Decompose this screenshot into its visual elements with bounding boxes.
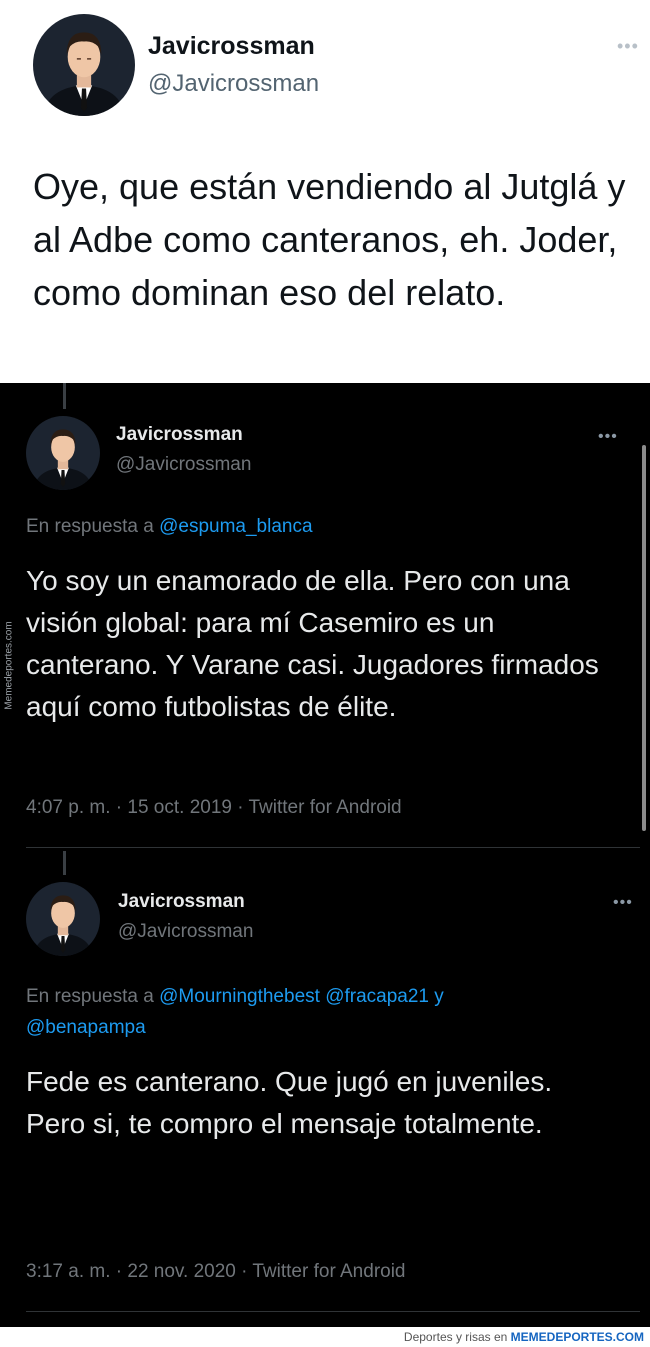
mention-joiner: y bbox=[434, 986, 444, 1007]
author-handle[interactable]: @Javicrossman bbox=[118, 921, 253, 943]
mention-link[interactable]: @benapampa bbox=[26, 1017, 146, 1038]
mention-link[interactable]: @espuma_blanca bbox=[159, 516, 312, 537]
man-in-suit-avatar-icon bbox=[26, 416, 100, 490]
man-in-suit-avatar-icon bbox=[33, 14, 135, 116]
avatar[interactable] bbox=[33, 14, 135, 116]
top-tweet: Javicrossman @Javicrossman ••• Oye, que … bbox=[0, 0, 650, 383]
tweet-meta: 4:07 p. m. · 15 oct. 2019 · Twitter for … bbox=[26, 797, 402, 818]
side-watermark: Memedeportes.com bbox=[3, 621, 15, 710]
tweet-text-line: Pero si, te compro el mensaje totalmente… bbox=[26, 1108, 543, 1139]
man-in-suit-avatar-icon bbox=[26, 882, 100, 956]
mention-link[interactable]: @Mourningthebest bbox=[159, 986, 320, 1007]
reply-context: En respuesta a @espuma_blanca bbox=[26, 511, 626, 542]
divider bbox=[26, 847, 640, 848]
thread-connector bbox=[63, 851, 66, 875]
tweet-text-line: Fede es canterano. Que jugó en juveniles… bbox=[26, 1066, 553, 1097]
author-handle[interactable]: @Javicrossman bbox=[148, 70, 319, 98]
dark-thread: Javicrossman @Javicrossman ••• En respue… bbox=[0, 383, 650, 1327]
author-name[interactable]: Javicrossman bbox=[118, 891, 245, 913]
tweet-text: Fede es canterano. Que jugó en juveniles… bbox=[26, 1061, 586, 1145]
tweet-meta: 3:17 a. m. · 22 nov. 2020 · Twitter for … bbox=[26, 1261, 406, 1282]
more-options-icon[interactable]: ••• bbox=[613, 894, 633, 912]
more-options-icon[interactable]: ••• bbox=[598, 428, 618, 446]
thread-connector bbox=[63, 383, 66, 409]
reply-context: En respuesta a @Mourningthebest @fracapa… bbox=[26, 981, 626, 1043]
tweet-text: Yo soy un enamorado de ella. Pero con un… bbox=[26, 565, 599, 722]
tweet-text: Oye, que están vendiendo al Jutglá y al … bbox=[33, 166, 626, 313]
author-name[interactable]: Javicrossman bbox=[148, 32, 315, 61]
more-options-icon[interactable]: ••• bbox=[617, 36, 639, 57]
footer-watermark: Deportes y risas en MEMEDEPORTES.COM bbox=[0, 1327, 650, 1347]
footer-prefix: Deportes y risas en bbox=[403, 1330, 508, 1344]
footer-brand[interactable]: MEMEDEPORTES.COM bbox=[511, 1330, 644, 1344]
divider bbox=[26, 1311, 640, 1312]
footer-text: Deportes y risas en MEMEDEPORTES.COM bbox=[404, 1330, 644, 1344]
avatar[interactable] bbox=[26, 882, 100, 956]
mention-link[interactable]: @fracapa21 bbox=[325, 986, 429, 1007]
avatar[interactable] bbox=[26, 416, 100, 490]
reply-prefix: En respuesta a bbox=[26, 986, 154, 1007]
reply-prefix: En respuesta a bbox=[26, 516, 154, 537]
scrollbar[interactable] bbox=[642, 445, 646, 831]
author-name[interactable]: Javicrossman bbox=[116, 424, 243, 446]
author-handle[interactable]: @Javicrossman bbox=[116, 454, 251, 476]
